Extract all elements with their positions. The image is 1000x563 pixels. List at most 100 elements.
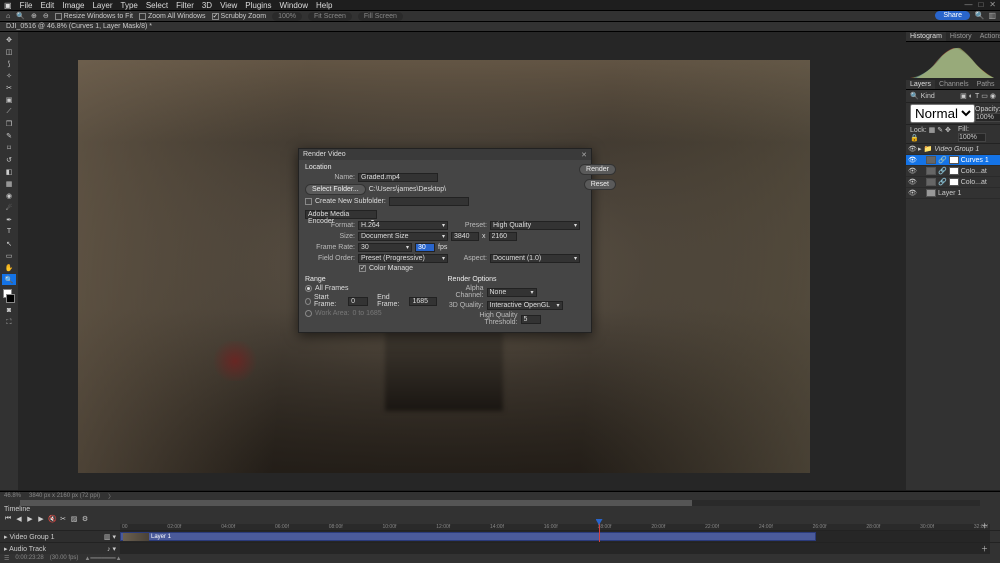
frame-tool[interactable]: ▣ <box>2 94 16 105</box>
hand-tool[interactable]: ✋ <box>2 262 16 273</box>
zoom-in-icon[interactable]: ⊕ <box>31 12 37 20</box>
type-tool[interactable]: T <box>2 226 16 237</box>
menu-type[interactable]: Type <box>121 1 138 10</box>
stamp-tool[interactable]: ⌑ <box>2 142 16 153</box>
pen-tool[interactable]: ✒ <box>2 214 16 225</box>
visibility-icon[interactable]: 👁 <box>908 145 916 153</box>
menu-help[interactable]: Help <box>316 1 332 10</box>
track-menu-icon[interactable]: ▥ ▾ <box>104 533 116 541</box>
share-button[interactable]: Share <box>935 11 970 20</box>
workspace-icon[interactable]: ▥ <box>988 11 996 20</box>
filter-icon[interactable]: T <box>975 93 979 100</box>
encoder-select[interactable]: Adobe Media Encoder <box>305 210 377 219</box>
framerate-input[interactable] <box>415 243 435 252</box>
layer-color-lookup-1[interactable]: 👁 🔗 Colo...at <box>906 166 1000 177</box>
width-input[interactable] <box>451 232 479 241</box>
format-select[interactable]: H.264 <box>358 221 448 230</box>
settings-icon[interactable]: ⚙ <box>81 515 89 523</box>
height-input[interactable] <box>489 232 517 241</box>
start-frame-radio[interactable] <box>305 298 311 305</box>
next-frame-icon[interactable]: ▶ <box>37 515 45 523</box>
background-swatch[interactable] <box>6 294 15 303</box>
crop-tool[interactable]: ✂ <box>2 82 16 93</box>
menu-window[interactable]: Window <box>280 1 308 10</box>
transition-icon[interactable]: ▨ <box>70 515 78 523</box>
filter-icon[interactable]: ▣ <box>960 92 967 100</box>
menu-layer[interactable]: Layer <box>92 1 112 10</box>
search-icon[interactable]: 🔍 <box>974 11 984 20</box>
visibility-icon[interactable]: 👁 <box>908 156 916 164</box>
fill-input[interactable] <box>958 133 986 142</box>
start-frame-input[interactable] <box>348 297 368 306</box>
tab-channels[interactable]: Channels <box>935 80 973 89</box>
visibility-icon[interactable]: 👁 <box>908 189 916 197</box>
prev-frame-icon[interactable]: ◀ <box>15 515 23 523</box>
layer-group-row[interactable]: 👁 ▸📁 Video Group 1 <box>906 144 1000 155</box>
menu-edit[interactable]: Edit <box>40 1 54 10</box>
menu-plugins[interactable]: Plugins <box>245 1 271 10</box>
resize-windows-checkbox[interactable] <box>55 13 62 20</box>
maximize-icon[interactable]: □ <box>978 0 983 9</box>
subfolder-input[interactable] <box>389 197 469 206</box>
eyedropper-tool[interactable]: ⟋ <box>2 106 16 117</box>
timeline-menu-icon[interactable]: ☰ <box>4 555 9 562</box>
render-button[interactable]: Render <box>579 164 616 175</box>
minimize-icon[interactable]: — <box>964 0 972 9</box>
goto-start-icon[interactable]: ⏮ <box>4 515 12 523</box>
history-brush-tool[interactable]: ↺ <box>2 154 16 165</box>
wand-tool[interactable]: ✧ <box>2 70 16 81</box>
tab-history[interactable]: History <box>946 32 976 41</box>
audio-menu-icon[interactable]: ♪ ▾ <box>107 545 116 553</box>
dodge-tool[interactable]: ☄ <box>2 202 16 213</box>
add-media-icon[interactable]: ＋ <box>981 521 988 531</box>
tab-layers[interactable]: Layers <box>906 80 935 89</box>
document-tab[interactable]: DJI_0516 @ 46.8% (Curves 1, Layer Mask/8… <box>0 22 1000 32</box>
blend-mode-select[interactable]: Normal <box>910 104 975 123</box>
all-frames-radio[interactable] <box>305 285 312 292</box>
move-tool[interactable]: ✥ <box>2 34 16 45</box>
playhead[interactable] <box>599 519 600 542</box>
quality-select[interactable]: Interactive OpenGL <box>487 301 563 310</box>
track-name[interactable]: Video Group 1 <box>9 534 54 541</box>
quickmask-tool[interactable]: ◙ <box>2 305 16 316</box>
menu-select[interactable]: Select <box>146 1 168 10</box>
screenmode-tool[interactable]: ⛶ <box>2 317 16 328</box>
heal-tool[interactable]: ❒ <box>2 118 16 129</box>
color-manage-checkbox[interactable] <box>359 265 366 272</box>
canvas-scrollbar[interactable] <box>20 500 980 506</box>
add-audio-icon[interactable]: ＋ <box>981 544 988 554</box>
aspect-select[interactable]: Document (1.0) <box>490 254 580 263</box>
end-frame-input[interactable] <box>409 297 437 306</box>
menu-file[interactable]: File <box>20 1 33 10</box>
mute-icon[interactable]: 🔇 <box>48 515 56 523</box>
dialog-close-icon[interactable]: ✕ <box>581 151 587 159</box>
lasso-tool[interactable]: ⟆ <box>2 58 16 69</box>
zoom-all-checkbox[interactable] <box>139 13 146 20</box>
framerate-select[interactable]: 30 <box>358 243 412 252</box>
marquee-tool[interactable]: ◫ <box>2 46 16 57</box>
menu-image[interactable]: Image <box>62 1 84 10</box>
visibility-icon[interactable]: 👁 <box>908 167 916 175</box>
play-icon[interactable]: ▶ <box>26 515 34 523</box>
timeline-tab[interactable]: Timeline <box>0 506 1000 514</box>
zoom-100-button[interactable]: 100% <box>272 12 302 21</box>
filter-icon[interactable]: ◐ <box>969 93 973 100</box>
fill-screen-button[interactable]: Fill Screen <box>358 12 403 21</box>
path-tool[interactable]: ↖ <box>2 238 16 249</box>
opacity-input[interactable] <box>975 113 1000 122</box>
layer-filter-kind[interactable]: Kind <box>921 93 935 100</box>
visibility-icon[interactable]: 👁 <box>908 178 916 186</box>
zoom-tool[interactable]: 🔍 <box>2 274 16 285</box>
filter-icon[interactable]: ◉ <box>990 92 996 100</box>
close-icon[interactable]: ✕ <box>989 0 996 9</box>
blur-tool[interactable]: ◉ <box>2 190 16 201</box>
filter-icon[interactable]: ▭ <box>981 92 988 100</box>
create-subfolder-checkbox[interactable] <box>305 198 312 205</box>
work-area-radio[interactable] <box>305 310 312 317</box>
layer-curves[interactable]: 👁 🔗 Curves 1 <box>906 155 1000 166</box>
menu-filter[interactable]: Filter <box>176 1 194 10</box>
brush-tool[interactable]: ✎ <box>2 130 16 141</box>
split-icon[interactable]: ✂ <box>59 515 67 523</box>
size-select[interactable]: Document Size <box>358 232 448 241</box>
tab-histogram[interactable]: Histogram <box>906 32 946 41</box>
